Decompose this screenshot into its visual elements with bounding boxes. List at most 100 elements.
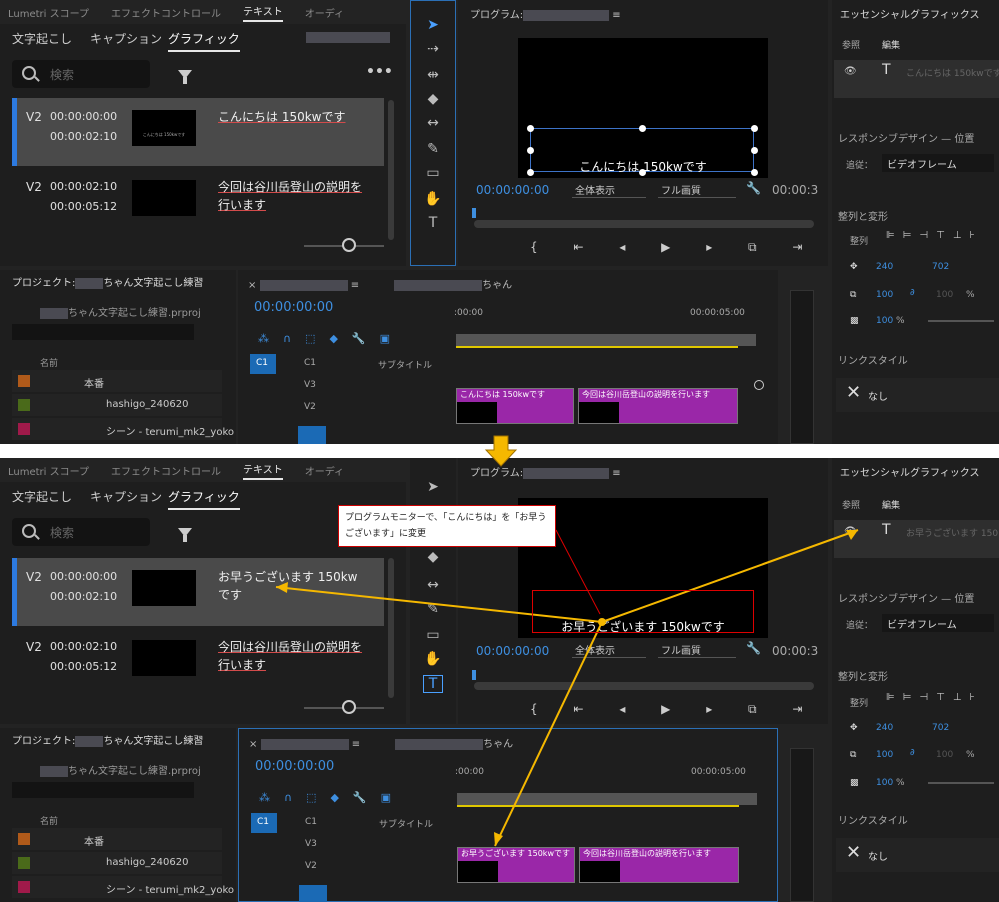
tab-audio[interactable]: オーディ: [305, 5, 344, 20]
eg-tab-edit[interactable]: 編集: [882, 38, 900, 51]
timeline-tools[interactable]: ⁂∩⬚◆🔧▣: [258, 332, 404, 345]
align-buttons[interactable]: ⊫⊨⊣⊤⊥⊦: [886, 692, 983, 703]
timeline-timecode[interactable]: 00:00:00:00: [255, 759, 334, 774]
project-search[interactable]: [12, 324, 194, 340]
scrollbar[interactable]: [388, 100, 394, 240]
c1-toggle[interactable]: C1: [251, 813, 277, 833]
transport-controls[interactable]: { ⇤ ◂ ▶ ▸ ⧉ ⇥ ✛: [530, 240, 864, 255]
filter-icon[interactable]: [178, 528, 192, 542]
v1-toggle[interactable]: [298, 426, 326, 444]
tab-lumetri[interactable]: Lumetri スコープ: [8, 463, 89, 478]
position-x[interactable]: 240: [876, 723, 893, 733]
timeline-clip-2[interactable]: 今回は谷川岳登山の説明を行います: [578, 388, 738, 424]
tab-lumetri[interactable]: Lumetri スコープ: [8, 5, 89, 20]
subtab-captions[interactable]: キャプション: [90, 30, 162, 47]
opacity-slider[interactable]: [928, 320, 994, 322]
caption-text[interactable]: 今回は谷川岳登山の説明を行います: [218, 638, 368, 674]
bin-row[interactable]: 本番: [12, 370, 222, 392]
scrollbar[interactable]: [388, 558, 394, 698]
razor-icon[interactable]: ◆: [423, 549, 443, 567]
ripple-edit-icon[interactable]: ⇹: [423, 67, 443, 85]
zoom-dropdown[interactable]: 全体表示: [572, 642, 646, 658]
zoom-dropdown[interactable]: 全体表示: [572, 182, 646, 198]
position-x[interactable]: 240: [876, 262, 893, 272]
bin-row[interactable]: 本番: [12, 828, 222, 850]
pen-icon[interactable]: ✎: [423, 141, 443, 159]
quality-dropdown[interactable]: フル画質: [658, 642, 736, 658]
eye-icon[interactable]: 👁: [844, 66, 857, 77]
subtab-graphics[interactable]: グラフィック: [168, 488, 240, 510]
link-style-none[interactable]: ✕ なし: [836, 378, 999, 412]
scale-value[interactable]: 100: [876, 750, 893, 760]
subtab-captions[interactable]: キャプション: [90, 488, 162, 505]
position-y[interactable]: 702: [932, 723, 949, 733]
link-icon[interactable]: ∂: [910, 748, 915, 758]
tab-effect-controls[interactable]: エフェクトコントロール: [111, 5, 221, 20]
search-input[interactable]: 検索: [12, 518, 150, 546]
transport-controls[interactable]: { ⇤ ◂ ▶ ▸ ⧉ ⇥ ✛: [530, 702, 864, 717]
selection-tool-icon[interactable]: ➤: [423, 17, 443, 35]
subtab-transcript[interactable]: 文字起こし: [12, 488, 72, 505]
link-style-none[interactable]: ✕ なし: [836, 838, 999, 872]
eg-tab-browse[interactable]: 参照: [842, 498, 860, 511]
align-buttons[interactable]: ⊫⊨⊣⊤⊥⊦: [886, 230, 983, 241]
program-timecode[interactable]: 00:00:00:00: [476, 183, 549, 197]
timeline-clip-1[interactable]: こんにちは 150kwです: [456, 388, 574, 424]
position-y[interactable]: 702: [932, 262, 949, 272]
timeline-clip-1[interactable]: お早うございます 150kwです: [457, 847, 575, 883]
zoom-knob[interactable]: [342, 700, 356, 714]
caption-text[interactable]: お早うございます 150kwです: [218, 568, 368, 604]
program-screen[interactable]: こんにちは 150kwです: [518, 38, 768, 178]
work-area[interactable]: [457, 793, 757, 805]
timeline-tabs[interactable]: × ≡ ちゃん: [248, 276, 512, 291]
slip-icon[interactable]: ↔: [423, 115, 443, 133]
scrub-bar[interactable]: [474, 220, 814, 228]
filter-icon[interactable]: [178, 70, 192, 84]
type-tool-icon[interactable]: T: [423, 675, 443, 693]
eye-icon[interactable]: 👁: [844, 526, 857, 537]
subtab-transcript[interactable]: 文字起こし: [12, 30, 72, 47]
work-area[interactable]: [456, 334, 756, 346]
v1-toggle[interactable]: [299, 885, 327, 902]
hand-icon[interactable]: ✋: [423, 651, 443, 669]
text-layer[interactable]: 👁 T こんにちは 150kwです: [834, 60, 999, 98]
rectangle-icon[interactable]: ▭: [423, 627, 443, 645]
wrench-icon[interactable]: 🔧: [746, 181, 761, 195]
link-icon[interactable]: ∂: [910, 288, 915, 298]
clip-row[interactable]: hashigo_240620: [12, 394, 222, 416]
zoom-knob[interactable]: [342, 238, 356, 252]
text-layer[interactable]: 👁 T お早うございます 150: [834, 520, 999, 558]
playhead[interactable]: [472, 208, 476, 218]
clip-row[interactable]: hashigo_240620: [12, 852, 222, 874]
program-timecode[interactable]: 00:00:00:00: [476, 644, 549, 658]
opacity-value[interactable]: 100: [876, 316, 893, 326]
list-item[interactable]: V2 00:00:00:00 00:00:02:10 お早うございます 150k…: [12, 558, 384, 626]
timeline-clip-2[interactable]: 今回は谷川岳登山の説明を行います: [579, 847, 739, 883]
eg-tab-browse[interactable]: 参照: [842, 38, 860, 51]
c1-toggle[interactable]: C1: [250, 354, 276, 374]
follow-select[interactable]: ビデオフレーム: [882, 154, 994, 172]
tab-text[interactable]: テキスト: [243, 461, 283, 480]
tab-audio[interactable]: オーディ: [305, 463, 344, 478]
wrench-icon[interactable]: 🔧: [746, 641, 761, 655]
scrub-bar[interactable]: [474, 682, 814, 690]
eg-tab-edit[interactable]: 編集: [882, 498, 900, 511]
rectangle-icon[interactable]: ▭: [423, 165, 443, 183]
opacity-value[interactable]: 100: [876, 778, 893, 788]
list-item[interactable]: V2 00:00:02:10 00:00:05:12 今回は谷川岳登山の説明を行…: [12, 168, 384, 236]
track-select-icon[interactable]: ⇢: [423, 41, 443, 59]
sequence-row[interactable]: シーン - terumi_mk2_yoko: [12, 418, 234, 440]
project-search[interactable]: [12, 782, 194, 798]
column-name[interactable]: 名前: [40, 814, 58, 827]
list-item[interactable]: V2 00:00:02:10 00:00:05:12 今回は谷川岳登山の説明を行…: [12, 628, 384, 696]
pen-icon[interactable]: ✎: [423, 601, 443, 619]
search-input[interactable]: 検索: [12, 60, 150, 88]
follow-select[interactable]: ビデオフレーム: [882, 614, 994, 632]
caption-text[interactable]: こんにちは 150kwです: [218, 108, 368, 126]
sequence-row[interactable]: シーン - terumi_mk2_yoko: [12, 876, 234, 898]
scale-value[interactable]: 100: [876, 290, 893, 300]
list-item[interactable]: V2 00:00:00:00 00:00:02:10 こんにちは 150kwです…: [12, 98, 384, 166]
hand-icon[interactable]: ✋: [423, 191, 443, 209]
razor-icon[interactable]: ◆: [423, 91, 443, 109]
playhead[interactable]: [472, 670, 476, 680]
